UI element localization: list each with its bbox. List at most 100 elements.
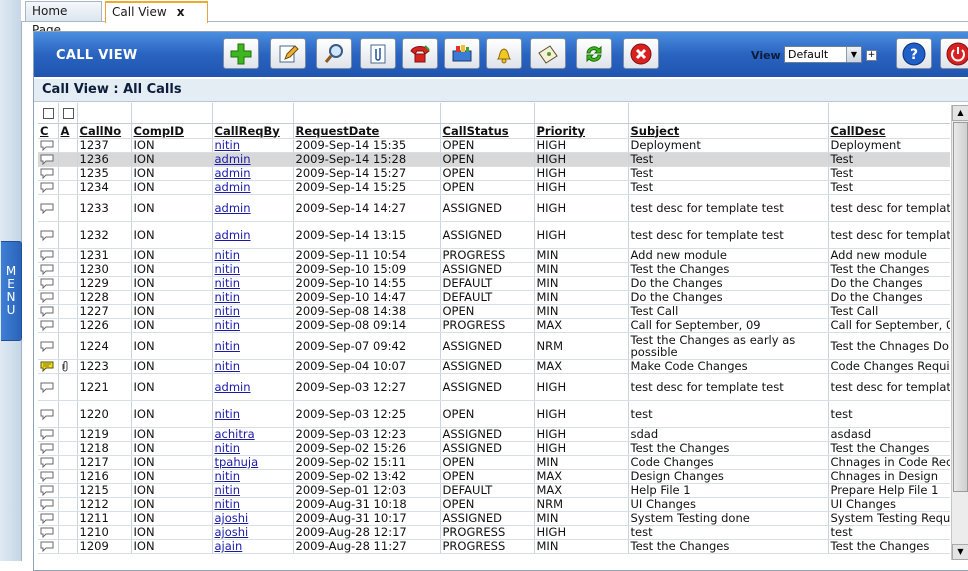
comment-icon[interactable] [38,194,59,222]
refresh-button[interactable] [576,38,612,69]
table-row[interactable]: 1233 ION admin 2009-Sep-14 14:27 ASSIGNED HIG… [38,194,950,222]
cell-callreqby[interactable]: nitin [212,290,294,305]
cell-callreqby[interactable]: nitin [212,332,294,360]
user-link[interactable]: nitin [215,277,240,290]
cell-callreqby[interactable]: nitin [212,262,294,277]
user-link[interactable]: nitin [215,407,240,421]
scroll-up-icon[interactable]: ▲ [952,105,968,121]
comment-icon[interactable] [38,483,59,498]
cell-callreqby[interactable]: ajoshi [212,511,294,526]
column-header-compid[interactable]: CompID [131,123,213,139]
cell-callreqby[interactable]: ajoshi [212,525,294,540]
user-link[interactable]: nitin [215,470,240,483]
column-header-callstatus[interactable]: CallStatus [440,123,535,139]
comment-icon[interactable] [38,262,59,277]
comment-icon[interactable] [38,359,59,374]
user-link[interactable]: admin [215,181,251,194]
comment-icon[interactable] [38,511,59,526]
comment-icon[interactable] [38,539,59,554]
help-button[interactable]: ? [896,38,932,69]
table-row[interactable]: 1211 ION ajoshi 2009-Aug-31 10:17 ASSIGNED MI… [38,511,950,526]
cell-callreqby[interactable]: admin [212,166,294,181]
vertical-scrollbar[interactable]: ▲ ▼ [951,105,968,560]
cell-callreqby[interactable]: tpahuja [212,455,294,470]
user-link[interactable]: nitin [215,484,240,497]
filter-cell[interactable] [440,103,535,124]
table-row[interactable]: 1220 ION nitin 2009-Sep-03 12:25 OPEN HIGH tes… [38,400,950,428]
table-row[interactable]: 1216 ION nitin 2009-Sep-02 13:42 OPEN MAX Desi… [38,469,950,484]
table-row[interactable]: 1229 ION nitin 2009-Sep-10 14:55 DEFAULT MIN D… [38,276,950,291]
cell-callreqby[interactable]: ajain [212,539,294,554]
add-call-button[interactable] [223,38,259,69]
table-row[interactable]: 1231 ION nitin 2009-Sep-11 10:54 PROGRESS MIN… [38,248,950,263]
comment-icon[interactable] [38,304,59,319]
cell-callreqby[interactable]: nitin [212,441,294,456]
user-link[interactable]: nitin [215,291,240,304]
user-link[interactable]: ajain [215,540,243,553]
comment-icon[interactable] [38,276,59,291]
comment-icon[interactable] [38,332,59,360]
user-link[interactable]: nitin [215,442,240,455]
cell-callreqby[interactable]: nitin [212,248,294,263]
comment-icon[interactable] [38,497,59,512]
filter-cell[interactable] [828,103,950,124]
user-link[interactable]: nitin [215,139,240,152]
cell-callreqby[interactable]: admin [212,152,294,167]
cell-callreqby[interactable]: achitra [212,427,294,442]
user-link[interactable]: tpahuja [215,456,259,469]
table-row[interactable]: 1217 ION tpahuja 2009-Sep-02 15:11 OPEN MIN Co… [38,455,950,470]
cell-callreqby[interactable]: nitin [212,469,294,484]
user-link[interactable]: admin [215,201,251,215]
comment-icon[interactable] [38,180,59,195]
table-row[interactable]: 1219 ION achitra 2009-Sep-03 12:23 ASSIGNED H… [38,427,950,442]
ticket-button[interactable] [530,38,566,69]
expand-icon[interactable]: + [866,50,877,61]
user-link[interactable]: admin [215,380,251,394]
chevron-down-icon[interactable]: ▼ [846,47,861,62]
column-header-subject[interactable]: Subject [628,123,829,139]
column-header-c[interactable]: C [38,123,59,139]
user-link[interactable]: nitin [215,249,240,262]
cell-callreqby[interactable]: admin [212,180,294,195]
column-header-priority[interactable]: Priority [534,123,629,139]
table-row[interactable]: 1232 ION admin 2009-Sep-14 13:15 ASSIGNED HIG… [38,221,950,249]
table-row[interactable]: 1218 ION nitin 2009-Sep-02 15:26 ASSIGNED HIG… [38,441,950,456]
menu-tab[interactable]: M E N U [1,241,22,341]
user-link[interactable]: admin [215,167,251,180]
cell-callreqby[interactable]: admin [212,221,294,249]
close-icon[interactable]: x [177,5,185,19]
table-row[interactable]: 1221 ION admin 2009-Sep-03 12:27 ASSIGNED HIG… [38,373,950,401]
user-link[interactable]: nitin [215,305,240,318]
column-header-callno[interactable]: CallNo [77,123,132,139]
user-link[interactable]: admin [215,228,251,242]
table-row[interactable]: 1224 ION nitin 2009-Sep-07 09:42 ASSIGNED NRM… [38,332,950,360]
scroll-down-icon[interactable]: ▼ [952,544,968,560]
filter-cell[interactable] [131,103,213,124]
filter-cell[interactable] [77,103,132,124]
comment-icon[interactable] [38,248,59,263]
table-row[interactable]: 1209 ION ajain 2009-Aug-28 11:27 PROGRESS MIN… [38,539,950,554]
comment-icon[interactable] [38,138,59,153]
select-all-attach-checkbox[interactable] [58,103,78,124]
comment-icon[interactable] [38,152,59,167]
comment-icon[interactable] [38,400,59,428]
filter-cell[interactable] [534,103,629,124]
cell-callreqby[interactable]: nitin [212,138,294,153]
cell-callreqby[interactable]: nitin [212,483,294,498]
column-header-requestdate[interactable]: RequestDate [293,123,441,139]
cell-callreqby[interactable]: admin [212,194,294,222]
tab-home-page[interactable]: Home Page [25,1,102,37]
comment-icon[interactable] [38,221,59,249]
user-link[interactable]: nitin [215,339,240,353]
user-link[interactable]: ajoshi [215,526,249,539]
comment-icon[interactable] [38,290,59,305]
user-link[interactable]: nitin [215,319,240,332]
select-all-checkbox[interactable] [38,103,59,124]
delete-button[interactable] [623,38,659,69]
column-header-calldesc[interactable]: CallDesc [828,123,950,139]
comment-icon[interactable] [38,373,59,401]
phone-button[interactable] [402,38,438,69]
table-row[interactable]: 1237 ION nitin 2009-Sep-14 15:35 OPEN HIGH Dep… [38,138,950,153]
scroll-thumb[interactable] [953,122,968,492]
cell-callreqby[interactable]: nitin [212,497,294,512]
